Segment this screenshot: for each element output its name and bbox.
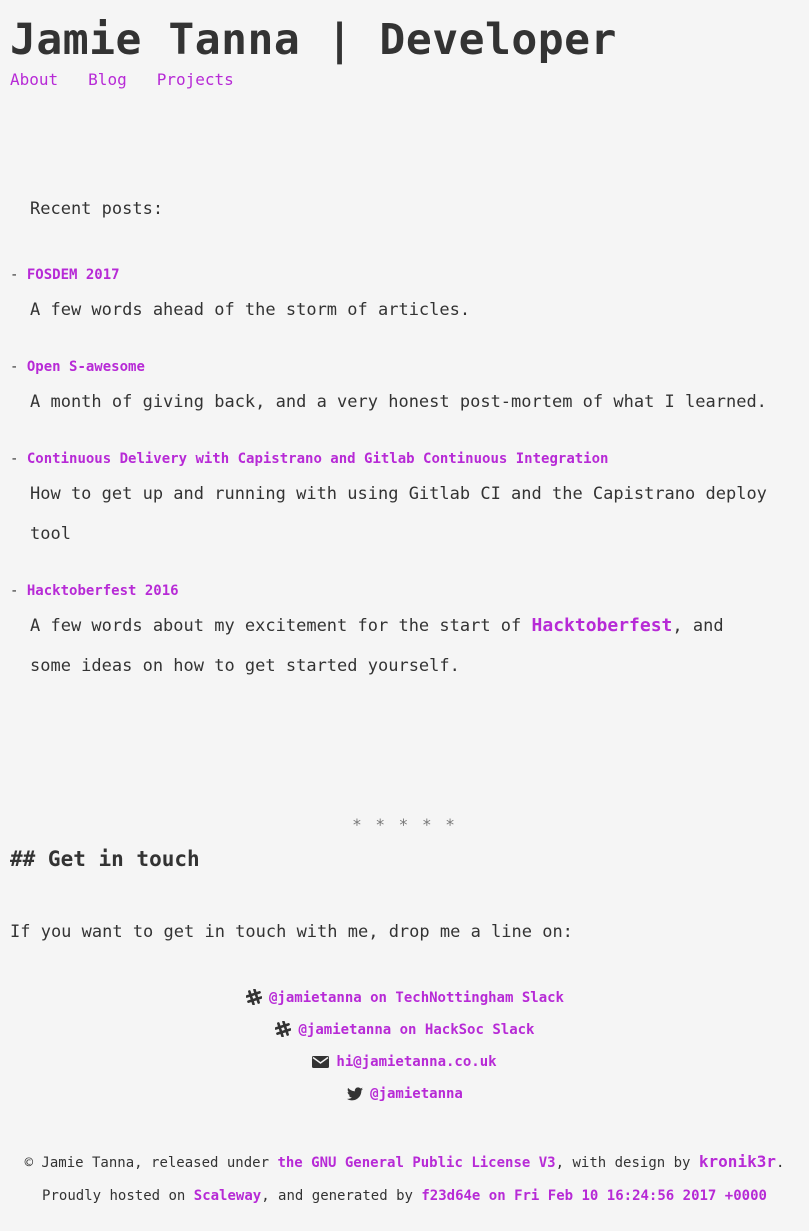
post-title-line: - Hacktoberfest 2016 [10, 581, 800, 601]
contact-item: @jamietanna [0, 1084, 809, 1116]
site-title: Jamie Tanna | Developer [10, 15, 617, 65]
nav-link-projects[interactable]: Projects [157, 70, 234, 89]
contact-item: hi@jamietanna.co.uk [0, 1052, 809, 1084]
designer-link[interactable]: kronik3r [699, 1152, 776, 1171]
commit-link[interactable]: f23d64e on Fri Feb 10 16:24:56 2017 +000… [421, 1188, 767, 1204]
post-description: A few words ahead of the storm of articl… [30, 300, 471, 320]
post-dash: - [10, 451, 19, 467]
hacksoc-slack-link[interactable]: @jamietanna on HackSoc Slack [298, 1022, 534, 1038]
post-item: - Hacktoberfest 2016 A few words about m… [10, 581, 800, 686]
post-description: A few words about my excitement for the … [30, 606, 770, 686]
post-title-link[interactable]: Hacktoberfest 2016 [27, 583, 179, 599]
footer-line-hosting: Proudly hosted on Scaleway, and generate… [0, 1180, 809, 1213]
post-dash: - [10, 359, 19, 375]
contact-heading: ## Get in touch [10, 847, 200, 871]
post-dash: - [10, 583, 19, 599]
post-title-line: - FOSDEM 2017 [10, 265, 800, 285]
recent-posts-list: - FOSDEM 2017 A few words ahead of the s… [10, 265, 800, 713]
slack-icon [245, 988, 263, 1006]
post-title-link[interactable]: Continuous Delivery with Capistrano and … [27, 451, 609, 467]
nav-link-blog[interactable]: Blog [88, 70, 127, 89]
contact-item: @jamietanna on HackSoc Slack [0, 1020, 809, 1052]
post-title-line: - Open S-awesome [10, 357, 800, 377]
post-description: A month of giving back, and a very hones… [30, 392, 767, 412]
post-title-line: - Continuous Delivery with Capistrano an… [10, 449, 800, 469]
post-item: - Open S-awesome A month of giving back,… [10, 357, 800, 422]
footer-text: . [775, 1155, 785, 1171]
technottingham-slack-link[interactable]: @jamietanna on TechNottingham Slack [269, 990, 564, 1006]
post-description-text: A few words about my excitement for the … [30, 616, 532, 636]
footer: © Jamie Tanna, released under the GNU Ge… [0, 1145, 809, 1213]
post-item: - FOSDEM 2017 A few words ahead of the s… [10, 265, 800, 330]
twitter-link[interactable]: @jamietanna [370, 1086, 463, 1102]
nav-link-about[interactable]: About [10, 70, 58, 89]
post-dash: - [10, 267, 19, 283]
post-item: - Continuous Delivery with Capistrano an… [10, 449, 800, 554]
post-title-link[interactable]: FOSDEM 2017 [27, 267, 120, 283]
section-divider: * * * * * [352, 815, 457, 834]
footer-text: Proudly hosted on [42, 1188, 194, 1204]
envelope-icon [312, 1055, 330, 1071]
footer-text: , with design by [555, 1155, 699, 1171]
license-link[interactable]: the GNU General Public License V3 [277, 1155, 555, 1171]
post-description: How to get up and running with using Git… [30, 484, 767, 544]
scaleway-link[interactable]: Scaleway [194, 1188, 261, 1204]
slack-icon [274, 1020, 292, 1038]
contact-list: @jamietanna on TechNottingham Slack @jam… [0, 988, 809, 1116]
main-nav: About Blog Projects [10, 69, 264, 91]
contact-item: @jamietanna on TechNottingham Slack [0, 988, 809, 1020]
email-link[interactable]: hi@jamietanna.co.uk [336, 1054, 496, 1070]
footer-line-license: © Jamie Tanna, released under the GNU Ge… [0, 1145, 809, 1180]
twitter-icon [346, 1087, 364, 1103]
footer-text: , and generated by [261, 1188, 422, 1204]
contact-intro: If you want to get in touch with me, dro… [10, 922, 573, 942]
post-title-link[interactable]: Open S-awesome [27, 359, 145, 375]
hacktoberfest-link[interactable]: Hacktoberfest [532, 615, 673, 636]
footer-text: © Jamie Tanna, released under [24, 1155, 278, 1171]
recent-posts-label: Recent posts: [30, 199, 164, 219]
